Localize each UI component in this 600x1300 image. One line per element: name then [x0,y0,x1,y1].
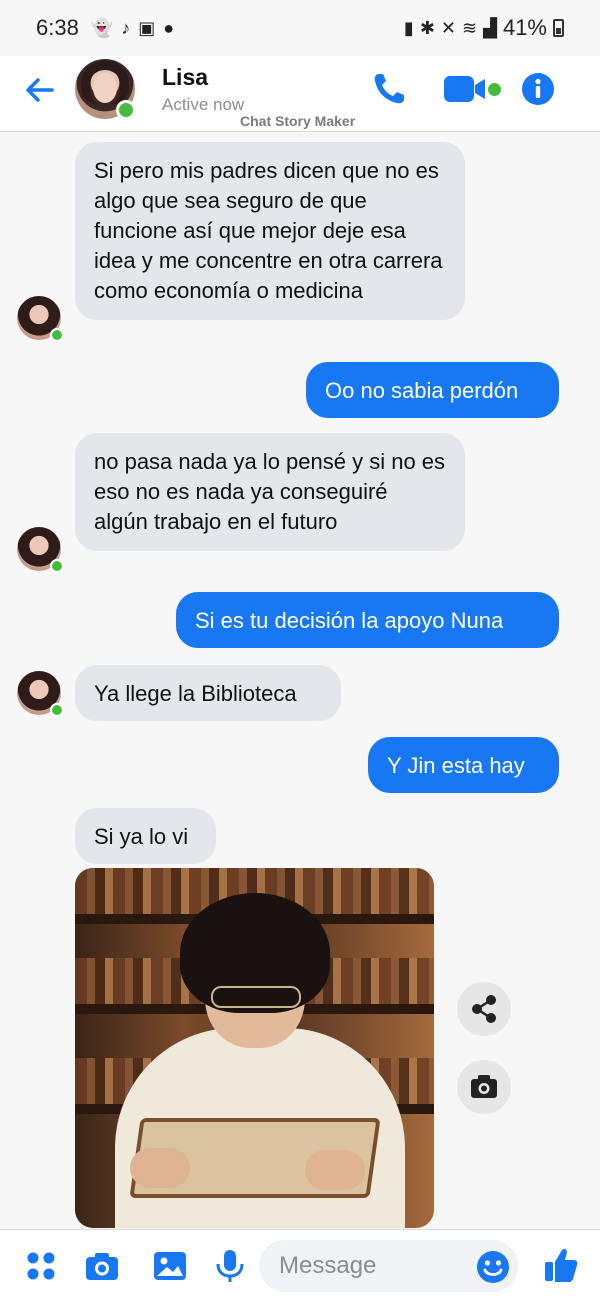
battery-icon [553,19,564,37]
sender-avatar[interactable] [17,527,64,573]
back-arrow-icon[interactable] [22,72,58,108]
watermark: Chat Story Maker [240,113,356,129]
online-dot [50,328,64,342]
phone-call-icon[interactable] [370,70,408,108]
sender-avatar[interactable] [17,671,64,717]
message-sent[interactable]: Y Jin esta hay [368,737,559,793]
microphone-icon[interactable] [212,1248,248,1284]
message-received[interactable]: Si ya lo vi [75,808,216,864]
info-icon[interactable] [521,72,555,106]
bluetooth-icon: ✱ [419,17,435,38]
message-received[interactable]: Ya llege la Biblioteca [75,665,341,721]
gallery-icon: ▣ [138,17,156,38]
camera-icon[interactable] [84,1248,120,1284]
emoji-icon[interactable] [476,1250,510,1284]
camera-icon [471,1075,497,1098]
contact-status: Active now [162,95,245,114]
camera-save-button[interactable] [457,1060,511,1114]
sim-icon: ▮ [403,17,414,38]
online-indicator [116,100,136,120]
video-call-icon[interactable] [443,74,489,104]
status-right: ▮ ✱ ✕ ≋ ▟ 41% [404,15,564,41]
snapchat-icon: 👻 [90,17,114,38]
contact-name[interactable]: Lisa [162,64,208,91]
share-icon [472,995,496,1023]
message-received[interactable]: Si pero mis padres dicen que no es algo … [75,142,465,320]
share-button[interactable] [457,982,511,1036]
online-dot [50,703,64,717]
status-left: 6:38 👻 ♪ ▣ ● [36,15,174,41]
message-sent[interactable]: Oo no sabia perdón [306,362,559,418]
gallery-icon[interactable] [152,1248,188,1284]
menu-dots-icon[interactable] [23,1248,59,1284]
bulb-icon: ● [163,17,175,38]
chat-header: Lisa Active now Chat Story Maker [0,56,600,132]
status-bar: 6:38 👻 ♪ ▣ ● ▮ ✱ ✕ ≋ ▟ 41% [0,0,600,56]
signal-icon: ▟ [483,17,497,38]
shared-photo[interactable] [75,868,434,1228]
online-dot [50,559,64,573]
composer-bar [0,1229,600,1300]
message-sent[interactable]: Si es tu decisión la apoyo Nuna [176,592,559,648]
message-received[interactable]: no pasa nada ya lo pensé y si no es eso … [75,433,465,551]
status-time: 6:38 [36,15,79,40]
video-active-dot [488,83,501,96]
tiktok-icon: ♪ [121,17,131,38]
sender-avatar[interactable] [17,296,64,342]
wifi-icon: ≋ [462,17,478,38]
mute-icon: ✕ [440,17,457,38]
battery-percent: 41% [502,15,547,40]
like-thumb-icon[interactable] [543,1246,579,1284]
